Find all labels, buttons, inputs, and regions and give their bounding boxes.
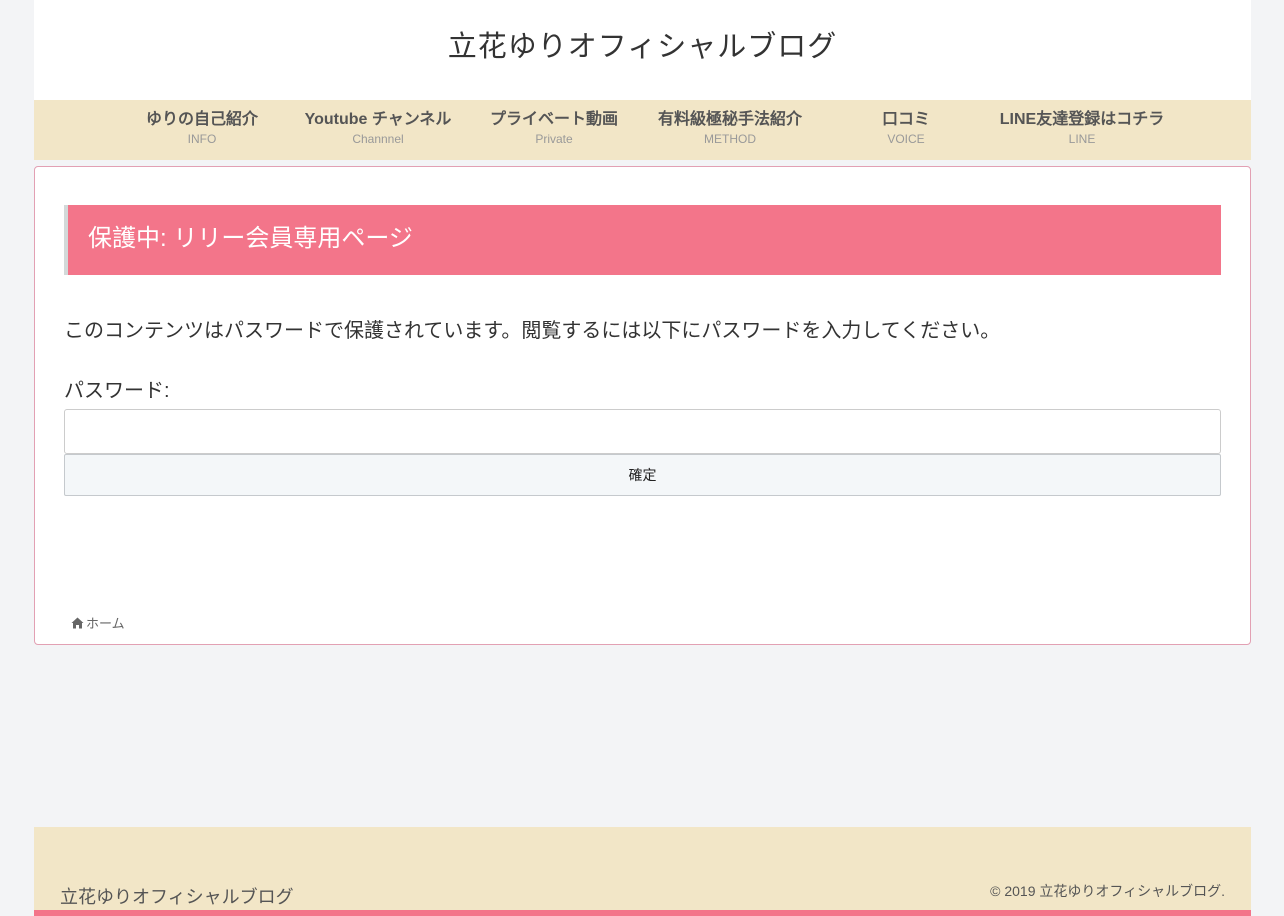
password-input[interactable] [64, 409, 1221, 454]
nav-item-info[interactable]: ゆりの自己紹介 INFO [114, 100, 290, 160]
nav-item-label: 有料級極秘手法紹介 [657, 111, 802, 128]
submit-button[interactable]: 確定 [64, 454, 1221, 496]
nav-item-label: ゆりの自己紹介 [145, 111, 258, 128]
home-icon [71, 617, 84, 629]
nav-item-label: LINE友達登録はコチラ [999, 111, 1165, 128]
nav-item-sublabel: Private [535, 132, 573, 146]
nav-item-sublabel: LINE [1068, 132, 1096, 146]
main-content: 保護中: リリー会員専用ページ このコンテンツはパスワードで保護されています。閲… [34, 166, 1251, 645]
copyright-text: © 2019 立花ゆりオフィシャルブログ. [990, 883, 1225, 899]
nav-item-sublabel: Channnel [352, 132, 404, 146]
nav-item-label: Youtube チャンネル [304, 111, 452, 128]
site-header: 立花ゆりオフィシャルブログ [34, 0, 1251, 100]
nav-item-voice[interactable]: 口コミ VOICE [818, 100, 994, 160]
nav-item-label: 口コミ [881, 111, 930, 128]
entry-title-bar: 保護中: リリー会員専用ページ [64, 205, 1221, 275]
global-nav: ゆりの自己紹介 INFO Youtube チャンネル Channnel プライベ… [34, 100, 1251, 160]
site-title-link[interactable]: 立花ゆりオフィシャルブログ [448, 23, 837, 65]
site-footer: 立花ゆりオフィシャルブログ © 2019 立花ゆりオフィシャルブログ. [34, 827, 1251, 916]
nav-item-method[interactable]: 有料級極秘手法紹介 METHOD [642, 100, 818, 160]
breadcrumb-home-label: ホーム [86, 616, 125, 631]
nav-item-line[interactable]: LINE友達登録はコチラ LINE [994, 100, 1170, 160]
password-label: パスワード: [64, 380, 170, 402]
nav-item-sublabel: METHOD [704, 132, 756, 146]
footer-site-title[interactable]: 立花ゆりオフィシャルブログ [60, 883, 294, 909]
nav-item-channel[interactable]: Youtube チャンネル Channnel [290, 100, 466, 160]
nav-item-label: プライベート動画 [489, 111, 618, 128]
footer-accent-strip [34, 910, 1251, 916]
nav-item-sublabel: VOICE [887, 132, 925, 146]
nav-item-sublabel: INFO [187, 132, 217, 146]
password-protect-message: このコンテンツはパスワードで保護されています。閲覧するには以下にパスワードを入力… [64, 320, 1001, 342]
nav-item-private[interactable]: プライベート動画 Private [466, 100, 642, 160]
breadcrumb[interactable]: ホーム [71, 613, 125, 632]
page-title: 保護中: リリー会員専用ページ [88, 225, 413, 252]
